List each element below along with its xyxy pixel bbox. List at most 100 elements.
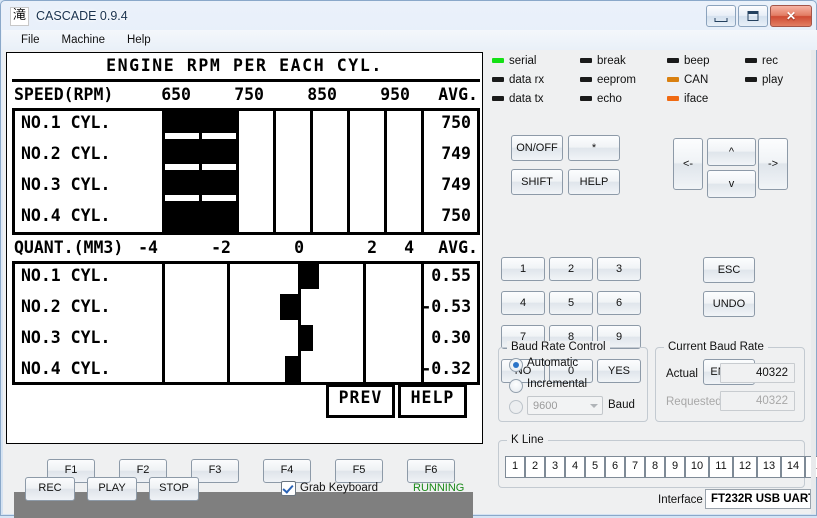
led-eeprom: eeprom	[580, 74, 636, 86]
nav-left-button[interactable]: <-	[673, 138, 703, 190]
lcd-help-button[interactable]: HELP	[398, 384, 467, 418]
kline-channel-1[interactable]: 1	[505, 456, 525, 478]
rpm-tick-850: 850	[301, 82, 337, 108]
current-baud-rate-group: Current Baud Rate Actual 40322 Requested…	[655, 347, 805, 422]
kline-channel-2[interactable]: 2	[525, 456, 545, 478]
keypad-shift-button[interactable]: SHIFT	[511, 169, 563, 195]
led-data-tx: data tx	[492, 93, 544, 105]
keypad-digit-4[interactable]: 4	[501, 291, 545, 315]
quant-tick-zero: 0	[268, 235, 304, 261]
radio-automatic-label: Automatic	[527, 357, 578, 369]
rpm-avg-separator	[421, 108, 424, 232]
function-key-f6[interactable]: F6	[407, 459, 455, 483]
keypad-digit-5[interactable]: 5	[549, 291, 593, 315]
quant-tick-2: 2	[341, 235, 377, 261]
close-button[interactable]: ✕	[770, 5, 812, 27]
stop-button[interactable]: STOP	[149, 477, 199, 501]
keypad-star-button[interactable]: *	[568, 135, 620, 161]
title-bar: 滝 CASCADE 0.9.4 ✕	[2, 2, 817, 32]
quant-row-value-2: -0.53	[421, 292, 471, 322]
lcd-display: ENGINE RPM PER EACH CYL. SPEED(RPM) 650 …	[6, 52, 483, 444]
quant-row-label-3: NO.3 CYL.	[21, 323, 110, 353]
rpm-gridline-6	[347, 108, 350, 232]
kline-channel-5[interactable]: 5	[585, 456, 605, 478]
kline-channel-13[interactable]: 13	[757, 456, 781, 478]
progress-bar	[14, 492, 473, 518]
function-key-f5[interactable]: F5	[335, 459, 383, 483]
kline-channel-6[interactable]: 6	[605, 456, 625, 478]
kline-channel-14[interactable]: 14	[781, 456, 805, 478]
rpm-axis-label: SPEED(RPM)	[14, 82, 113, 108]
keypad-help-button[interactable]: HELP	[568, 169, 620, 195]
baud-rate-select[interactable]: 9600	[527, 396, 603, 415]
quant-bar-cyl3	[301, 325, 313, 351]
maximize-button[interactable]	[738, 5, 768, 27]
grab-keyboard-label: Grab Keyboard	[300, 482, 378, 494]
minimize-button[interactable]	[706, 5, 736, 27]
kline-channel-7[interactable]: 7	[625, 456, 645, 478]
nav-right-button[interactable]: ->	[758, 138, 788, 190]
lcd-prev-button[interactable]: PREV	[326, 384, 395, 418]
quant-row-label-1: NO.1 CYL.	[21, 261, 110, 291]
kline-channel-11[interactable]: 11	[709, 456, 733, 478]
kline-channel-12[interactable]: 12	[733, 456, 757, 478]
rpm-row-label-2: NO.2 CYL.	[21, 139, 110, 169]
quant-gridline-1	[162, 261, 165, 385]
kline-channel-3[interactable]: 3	[545, 456, 565, 478]
client-area: ENGINE RPM PER EACH CYL. SPEED(RPM) 650 …	[3, 50, 816, 514]
keypad-onoff-button[interactable]: ON/OFF	[511, 135, 563, 161]
rpm-gridline-4	[273, 108, 276, 232]
keypad-digit-1[interactable]: 1	[501, 257, 545, 281]
quant-tick-minus4: -4	[122, 235, 158, 261]
quant-bar-cyl4	[285, 356, 298, 385]
rpm-bar-cyl4	[162, 201, 236, 232]
radio-incremental[interactable]	[509, 379, 523, 393]
esc-button[interactable]: ESC	[703, 257, 755, 283]
led-indicator-panel: serial data rx data tx break eeprom echo…	[492, 55, 812, 113]
menu-item-help[interactable]: Help	[116, 32, 162, 48]
keypad-digit-3[interactable]: 3	[597, 257, 641, 281]
keypad-digit-2[interactable]: 2	[549, 257, 593, 281]
kline-channel-4[interactable]: 4	[565, 456, 585, 478]
actual-baud-value: 40322	[720, 363, 795, 383]
function-key-f4[interactable]: F4	[263, 459, 311, 483]
menu-item-machine[interactable]: Machine	[51, 32, 116, 48]
actual-baud-label: Actual	[666, 368, 698, 380]
rpm-gridline-7	[384, 108, 387, 232]
rec-button[interactable]: REC	[25, 477, 75, 501]
quant-tick-4: 4	[378, 235, 414, 261]
led-data-rx: data rx	[492, 74, 544, 86]
rpm-row-value-2: 749	[441, 139, 471, 169]
baud-rate-control-title: Baud Rate Control	[507, 341, 610, 353]
rpm-row-label-4: NO.4 CYL.	[21, 201, 110, 231]
quant-row-value-1: 0.55	[431, 261, 471, 291]
window-title: CASCADE 0.9.4	[36, 9, 128, 23]
play-button[interactable]: PLAY	[87, 477, 137, 501]
grab-keyboard-checkbox[interactable]	[281, 481, 296, 496]
keypad-digit-6[interactable]: 6	[597, 291, 641, 315]
kline-channel-10[interactable]: 10	[685, 456, 709, 478]
kline-title: K Line	[507, 434, 548, 446]
requested-baud-value: 40322	[720, 391, 795, 411]
status-badge: RUNNING	[413, 482, 464, 494]
baud-rate-control-group: Baud Rate Control Automatic Incremental …	[498, 347, 648, 422]
quant-bar-cyl1	[301, 261, 319, 289]
radio-automatic[interactable]	[509, 358, 523, 372]
nav-down-button[interactable]: v	[707, 170, 756, 198]
rpm-tick-950: 950	[374, 82, 410, 108]
close-icon: ✕	[786, 9, 796, 23]
vertical-scrollbar[interactable]	[811, 50, 816, 514]
radio-fixed[interactable]	[509, 400, 523, 414]
quant-bar-cyl2	[280, 294, 298, 320]
quant-chart: NO.1 CYL. NO.2 CYL. NO.3 CYL. NO.4 CYL. …	[12, 261, 480, 385]
kline-channel-8[interactable]: 8	[645, 456, 665, 478]
nav-up-button[interactable]: ^	[707, 138, 756, 166]
undo-button[interactable]: UNDO	[703, 291, 755, 317]
menu-item-file[interactable]: File	[10, 32, 51, 48]
radio-incremental-label: Incremental	[527, 378, 587, 390]
kline-channel-9[interactable]: 9	[665, 456, 685, 478]
rpm-row-value-4: 750	[441, 201, 471, 231]
quant-row-value-4: -0.32	[421, 354, 471, 384]
rpm-bar-cyl2	[162, 139, 236, 164]
quant-row-value-3: 0.30	[431, 323, 471, 353]
